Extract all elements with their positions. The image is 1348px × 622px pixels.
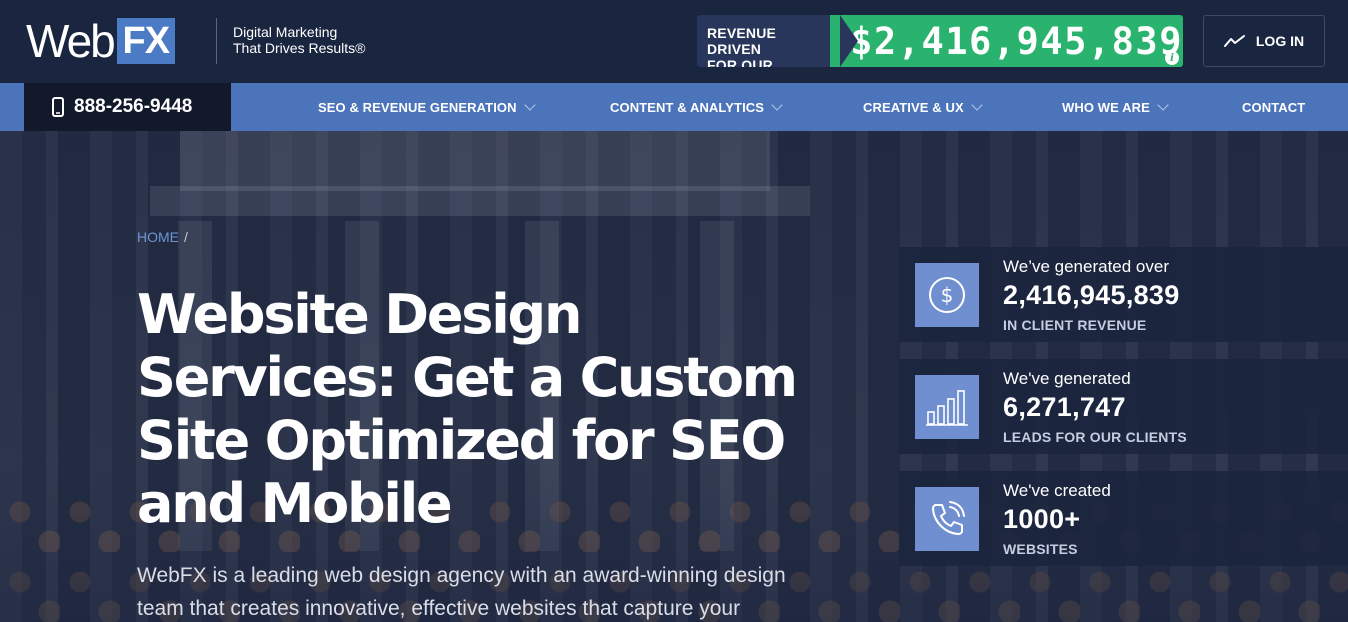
chevron-down-icon <box>523 98 536 111</box>
revenue-arrow <box>840 15 858 67</box>
webfx-logo[interactable]: Web FX <box>26 16 175 66</box>
mobile-phone-icon <box>52 97 64 117</box>
logo-web-text: Web <box>26 15 116 67</box>
breadcrumb: HOME / <box>137 229 188 245</box>
chevron-down-icon <box>971 98 983 111</box>
stat-number: 2,416,945,839 <box>1003 280 1180 310</box>
login-button[interactable]: LOG IN <box>1203 15 1325 67</box>
revenue-amount: $2,416,945,839 i <box>830 15 1183 67</box>
revenue-label: REVENUE DRIVEN FOR OUR CLIENTS <box>697 15 831 67</box>
stat-card-websites: We've created 1000+ WEBSITES <box>899 471 1348 566</box>
tagline: Digital Marketing That Drives Results® <box>233 24 365 56</box>
logo-fx-badge: FX <box>116 18 175 64</box>
svg-text:$: $ <box>941 283 954 307</box>
stat-prefix: We've created <box>1003 481 1111 500</box>
nav-content-analytics[interactable]: CONTENT & ANALYTICS <box>610 83 783 131</box>
stat-suffix: LEADS FOR OUR CLIENTS <box>1003 429 1187 445</box>
main-nav: 888-256-9448 SEO & REVENUE GENERATION CO… <box>0 83 1348 131</box>
hero-background-pediment <box>150 186 810 216</box>
nav-item-label: CREATIVE & UX <box>863 99 964 115</box>
revenue-label-line-1: REVENUE DRIVEN <box>707 25 777 57</box>
hero-background-building <box>180 131 770 191</box>
stat-card-leads: We've generated 6,271,747 LEADS FOR OUR … <box>899 359 1348 454</box>
phone-number: 888-256-9448 <box>74 96 193 117</box>
hero-description: WebFX is a leading web design agency wit… <box>137 564 786 620</box>
nav-who-we-are[interactable]: WHO WE ARE <box>1062 83 1169 131</box>
hero-section: HOME / Website Design Services: Get a Cu… <box>0 131 1348 622</box>
chevron-down-icon <box>771 98 783 111</box>
tagline-line-2: That Drives Results® <box>233 40 366 56</box>
stat-suffix: IN CLIENT REVENUE <box>1003 317 1147 333</box>
breadcrumb-home[interactable]: HOME <box>137 229 179 245</box>
logo-divider <box>216 18 217 64</box>
nav-seo-revenue[interactable]: SEO & REVENUE GENERATION <box>318 83 536 131</box>
stat-prefix: We’ve generated over <box>1003 257 1170 276</box>
revenue-amount-value: $2,416,945,839 <box>850 19 1183 63</box>
phone-call-icon <box>915 487 979 551</box>
revenue-label-line-2: FOR OUR CLIENTS <box>707 57 773 67</box>
chevron-down-icon <box>1157 98 1169 111</box>
top-header: Web FX Digital Marketing That Drives Res… <box>0 0 1348 83</box>
phone-link[interactable]: 888-256-9448 <box>24 83 231 131</box>
nav-item-label: SEO & REVENUE GENERATION <box>318 99 517 115</box>
nav-item-label: WHO WE ARE <box>1062 99 1150 115</box>
bar-chart-icon <box>915 375 979 439</box>
stat-prefix: We've generated <box>1003 369 1131 388</box>
revenue-counter: REVENUE DRIVEN FOR OUR CLIENTS $2,416,94… <box>697 15 1183 67</box>
info-icon[interactable]: i <box>1165 51 1179 65</box>
nav-item-label: CONTACT <box>1242 99 1306 115</box>
page-title: Website Design Services: Get a Custom Si… <box>137 283 798 535</box>
nav-creative-ux[interactable]: CREATIVE & UX <box>863 83 983 131</box>
nav-item-label: CONTENT & ANALYTICS <box>610 99 765 115</box>
stat-number: 6,271,747 <box>1003 392 1126 422</box>
stat-number: 1000+ <box>1003 504 1081 534</box>
login-label: LOG IN <box>1255 33 1305 49</box>
dollar-circle-icon: $ <box>915 263 979 327</box>
stat-card-revenue: $ We’ve generated over 2,416,945,839 IN … <box>899 247 1348 342</box>
stat-suffix: WEBSITES <box>1003 541 1078 557</box>
breadcrumb-separator: / <box>184 229 188 245</box>
nav-contact[interactable]: CONTACT <box>1242 83 1305 131</box>
trend-line-icon <box>1223 35 1245 47</box>
tagline-line-1: Digital Marketing <box>233 24 338 40</box>
